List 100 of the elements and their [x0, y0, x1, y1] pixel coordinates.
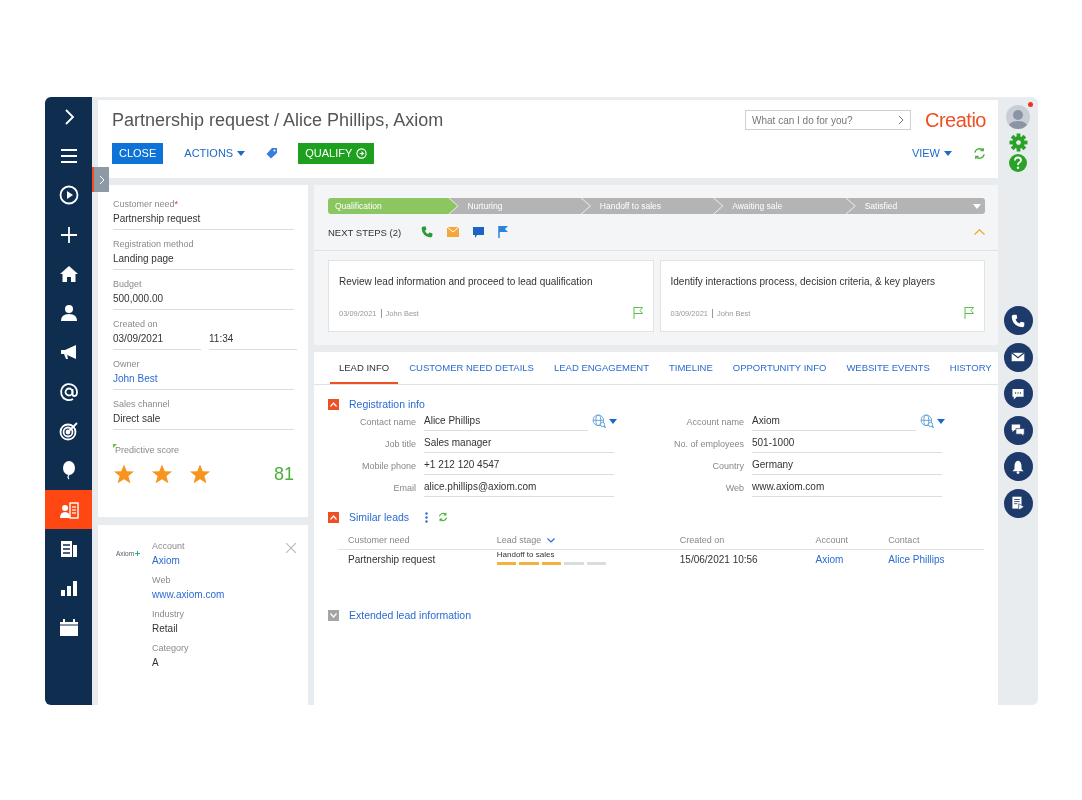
building-icon — [58, 538, 79, 559]
caret-down-icon — [944, 150, 952, 156]
field-value: 11:34 — [209, 333, 297, 350]
field-link[interactable]: Axiom — [152, 555, 225, 566]
field-value: 500,000.00 — [113, 293, 294, 310]
bell-icon — [1011, 459, 1025, 474]
globe-search-icon[interactable] — [920, 414, 934, 428]
field-value[interactable]: alice.phillips@axiom.com — [424, 481, 614, 497]
actions-button[interactable]: ACTIONS — [177, 142, 253, 164]
settings-icon[interactable] — [1008, 133, 1028, 152]
field-value[interactable]: www.axiom.com — [752, 481, 942, 497]
sort-down-icon[interactable] — [547, 537, 556, 543]
column-header[interactable]: Account — [815, 535, 849, 545]
field-label: Category — [152, 643, 190, 653]
field-label: Mobile phone — [360, 461, 417, 473]
rail-button[interactable] — [1003, 306, 1033, 335]
field-label: Predictive score — [113, 445, 180, 455]
chevron-right-icon[interactable] — [898, 115, 904, 125]
star-icon — [151, 463, 173, 485]
field-value[interactable]: +1 212 120 4547 — [424, 459, 614, 475]
column-header[interactable]: Lead stage — [496, 535, 542, 545]
field-value: Landing page — [113, 253, 294, 270]
account-link[interactable]: Axiom — [805, 549, 879, 573]
search-field[interactable]: What can I do for you? — [745, 110, 911, 130]
section-title[interactable]: Registration info — [349, 398, 425, 410]
field-label: Registration method — [113, 239, 195, 249]
chevron-right-icon — [98, 174, 105, 185]
tab[interactable]: OPPORTUNITY INFO — [723, 352, 836, 384]
logo: Creatio — [925, 108, 986, 132]
column-header[interactable]: Created on — [679, 535, 725, 545]
field-link[interactable]: John Best — [113, 373, 294, 390]
column-header[interactable]: Contact — [888, 535, 920, 545]
phone-icon[interactable] — [421, 226, 434, 238]
globe-search-icon[interactable] — [592, 414, 606, 428]
field-label: Web — [724, 483, 745, 495]
chats-icon — [1011, 423, 1025, 437]
chat-icon[interactable] — [473, 226, 485, 238]
field-value[interactable]: Germany — [752, 459, 942, 475]
section-title[interactable]: Extended lead information — [349, 609, 471, 621]
contact-link[interactable]: Alice Phillips — [878, 549, 984, 573]
qualify-button[interactable]: QUALIFY — [298, 142, 375, 164]
rail-button[interactable] — [1003, 342, 1033, 372]
avatar[interactable] — [1006, 105, 1030, 129]
mail-icon — [1011, 350, 1025, 364]
field-value: Direct sale — [113, 413, 294, 430]
field-value: Partnership request — [113, 213, 294, 230]
plus-icon — [58, 224, 79, 245]
section-toggle[interactable] — [328, 609, 339, 621]
help-icon[interactable] — [1009, 154, 1027, 172]
refresh-icon[interactable] — [438, 512, 449, 522]
field-label: Sales channel — [113, 399, 171, 409]
rail-button[interactable] — [1003, 452, 1033, 481]
refresh-icon[interactable] — [973, 146, 986, 160]
tab[interactable]: CUSTOMER NEED DETAILS — [400, 352, 543, 384]
next-steps-title: NEXT STEPS (2) — [328, 226, 402, 238]
tab[interactable]: WEBSITE EVENTS — [837, 352, 939, 384]
field-value: 03/09/2021 — [113, 333, 201, 350]
field-label: Budget — [113, 279, 143, 289]
person-icon — [58, 303, 79, 324]
field-label: No. of employees — [672, 439, 745, 451]
flag-icon[interactable] — [498, 226, 509, 238]
task-text: Identify interactions process, decision criteria, & key players — [670, 276, 936, 287]
table-cell: 15/06/2021 10:56 — [669, 549, 806, 573]
tab[interactable]: HISTORY — [940, 352, 1001, 384]
tab[interactable]: TIMELINE — [659, 352, 722, 384]
document-play-icon — [1011, 496, 1025, 510]
tab[interactable]: LEAD INFO — [330, 352, 399, 384]
view-button[interactable]: VIEW — [904, 142, 959, 164]
tab[interactable]: LEAD ENGAGEMENT — [544, 352, 658, 384]
field-link[interactable]: www.axiom.com — [152, 589, 225, 600]
section-toggle[interactable] — [328, 398, 339, 410]
section-toggle[interactable] — [328, 511, 339, 523]
caret-down-icon — [237, 150, 246, 156]
at-icon — [58, 381, 79, 402]
phone-icon — [1011, 313, 1025, 328]
field-value[interactable]: Axiom — [752, 415, 916, 431]
leads-icon — [58, 499, 79, 520]
caret-down-icon — [973, 203, 982, 209]
nav-item[interactable] — [45, 489, 92, 530]
rail-button[interactable] — [1003, 379, 1033, 408]
field-value[interactable]: Sales manager — [424, 437, 614, 453]
section-title[interactable]: Similar leads — [349, 511, 410, 523]
caret-down-icon — [937, 418, 945, 424]
caret-down-icon — [609, 418, 617, 424]
field-label: Created on — [113, 319, 159, 329]
field-label: Country — [711, 461, 745, 473]
field-value[interactable]: 501-1000 — [752, 437, 942, 453]
rail-button[interactable] — [1003, 488, 1033, 518]
rail-button[interactable] — [1003, 415, 1033, 445]
lead-stage-label: Handoff to sales — [496, 550, 556, 559]
close-button[interactable]: CLOSE — [112, 142, 164, 164]
more-icon[interactable] — [425, 511, 429, 523]
field-value[interactable]: Alice Phillips — [424, 415, 588, 431]
field-value: Retail — [152, 623, 179, 634]
bar-chart-icon — [58, 578, 79, 599]
field-label: Web — [152, 575, 172, 585]
column-header[interactable]: Customer need — [348, 535, 410, 545]
page-title: Partnership request / Alice Phillips, Axiom — [112, 109, 445, 131]
tag-icon[interactable] — [266, 147, 279, 159]
star-icon — [189, 463, 211, 485]
